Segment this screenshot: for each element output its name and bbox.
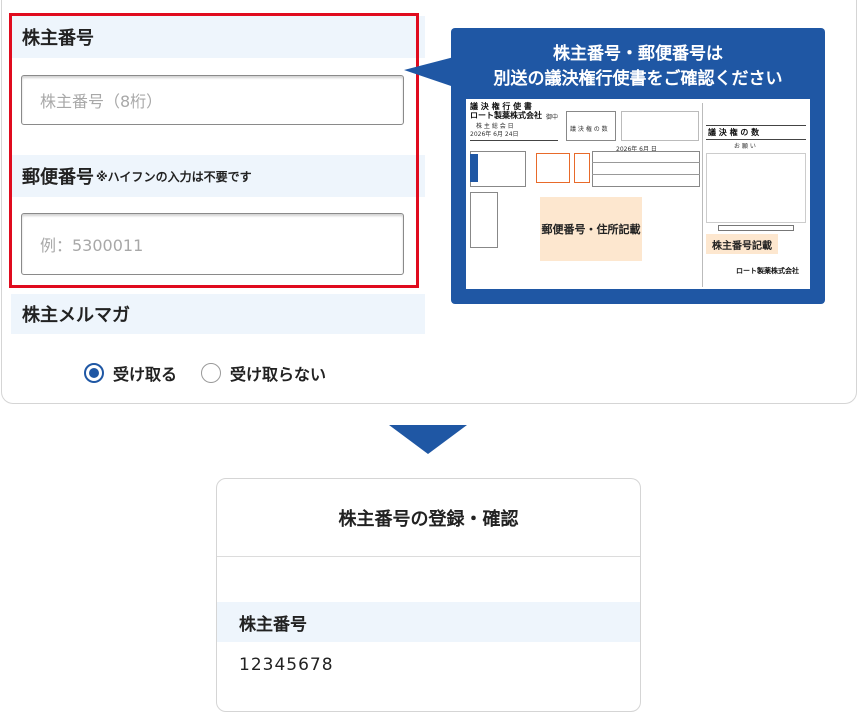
doc-votes-box: [566, 111, 616, 141]
doc-footer-company: ロート製薬株式会社: [736, 267, 799, 275]
doc-meeting: 株 主 総 会 日: [476, 123, 514, 130]
doc-company: ロート製薬株式会社: [470, 111, 542, 120]
newsletter-radio-group: 受け取る 受け取らない: [84, 361, 326, 385]
confirmation-shareholder-value: 12345678: [239, 655, 334, 675]
doc-notice-text: [621, 111, 699, 141]
doc-postal-address-note: 郵便番号・住所記載: [540, 197, 642, 261]
doc-id-box: [470, 151, 526, 187]
down-arrow-icon: [389, 425, 467, 454]
doc-date1: 2026年 6月 24日: [470, 131, 519, 138]
doc-orange-arrow: [574, 153, 590, 183]
guide-panel-heading: 株主番号・郵便番号は 別送の議決権行使書をご確認ください: [451, 42, 825, 92]
radio-receive[interactable]: [84, 363, 104, 383]
doc-right-heading: 議 決 権 の 数: [708, 128, 760, 137]
doc-cut-line: [718, 225, 794, 231]
callout-pointer: [404, 57, 454, 87]
guide-heading-line1: 株主番号・郵便番号は: [553, 44, 723, 64]
confirmation-shareholder-label: 株主番号: [217, 602, 640, 642]
doc-right-text-block: [706, 153, 806, 223]
newsletter-label-text: 株主メルマガ: [22, 305, 130, 326]
radio-not-receive-label[interactable]: 受け取らない: [230, 361, 326, 385]
doc-right-notice: お 願 い: [734, 143, 756, 150]
highlight-frame: [9, 13, 419, 288]
radio-not-receive[interactable]: [201, 363, 222, 383]
confirmation-card: 株主番号の登録・確認 株主番号 12345678: [216, 478, 641, 712]
doc-caution-box: [470, 192, 498, 248]
doc-title: 議 決 権 行 使 書: [470, 102, 532, 111]
doc-shareholder-number-note: 株主番号記載: [706, 234, 778, 254]
radio-receive-label[interactable]: 受け取る: [113, 361, 177, 385]
guide-heading-line2: 別送の議決権行使書をご確認ください: [493, 69, 783, 89]
doc-vote-grid: [592, 151, 700, 187]
newsletter-label: 株主メルマガ: [11, 294, 425, 334]
confirmation-title: 株主番号の登録・確認: [217, 479, 640, 557]
voting-form-image: 議 決 権 行 使 書 ロート製薬株式会社 御中 株 主 総 会 日 2026年…: [466, 99, 810, 289]
doc-honorific: 御中: [546, 114, 559, 121]
doc-orange-box: [536, 153, 570, 183]
